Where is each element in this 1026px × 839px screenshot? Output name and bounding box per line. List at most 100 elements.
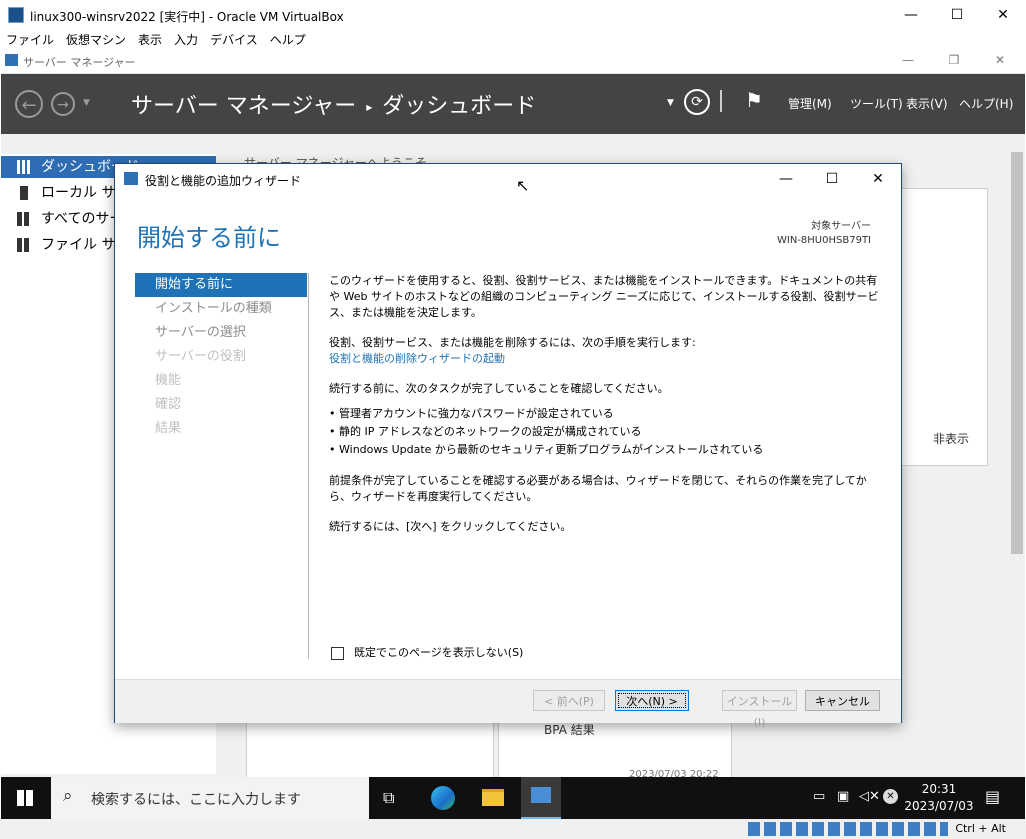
virtualbox-icon [8, 7, 24, 23]
checkbox-icon[interactable] [331, 646, 344, 660]
vbox-titlebar: linux300-winsrv2022 [実行中] - Oracle VM Vi… [0, 0, 1026, 31]
clock-time: 20:31 [921, 782, 957, 796]
device-status-icons[interactable] [748, 822, 948, 836]
vbox-menu-input[interactable]: 入力 [168, 31, 204, 49]
sm-close-icon[interactable]: ✕ [977, 49, 1023, 71]
error-icon[interactable]: ✕ [883, 789, 898, 804]
wizard-heading: 開始する前に [137, 224, 281, 252]
step-server-roles: サーバーの役割 [155, 349, 246, 364]
bpa-label[interactable]: BPA 結果 [544, 721, 595, 738]
vbox-statusbar: Ctrl + Alt [0, 819, 1026, 839]
prereq-intro: 続行する前に、次のタスクが完了していることを確認してください。 [329, 382, 669, 395]
skip-page-checkbox[interactable]: 既定でこのページを表示しない(S) [331, 644, 523, 660]
search-icon: ⌕ [63, 786, 73, 806]
server-manager-icon [5, 54, 18, 66]
host-key-label: Ctrl + Alt [955, 822, 1006, 835]
forward-arrow-icon[interactable]: → [51, 92, 75, 116]
maximize-icon[interactable]: ☐ [934, 0, 980, 31]
remove-instructions: 役割、役割サービス、または機能を削除するには、次の手順を実行します: [329, 336, 696, 349]
add-roles-wizard-dialog: 役割と機能の追加ウィザード — ☐ ✕ 開始する前に 対象サーバー WIN-8H… [114, 163, 902, 729]
tile-panel-left [246, 718, 494, 780]
back-arrow-icon[interactable]: ← [15, 90, 43, 118]
step-features: 機能 [155, 373, 182, 388]
menu-tools[interactable]: ツール(T) [850, 95, 903, 112]
mouse-cursor-icon: ↖ [516, 176, 530, 195]
refresh-icon[interactable]: ⟳ [684, 89, 710, 115]
server-icon [20, 186, 28, 200]
vbox-menu-help[interactable]: ヘルプ [264, 31, 312, 49]
network-icon[interactable]: ▣ [837, 789, 849, 804]
target-server-name: WIN-8HU0HSB79TI [777, 235, 871, 246]
skip-page-label: 既定でこのページを表示しない(S) [354, 646, 524, 659]
battery-icon[interactable]: ▭ [813, 789, 825, 804]
search-box[interactable]: ⌕ 検索するには、ここに入力します [51, 777, 369, 819]
windows-start-icon[interactable] [17, 790, 33, 806]
minimize-icon[interactable]: — [888, 0, 934, 31]
taskbar: ⌕ 検索するには、ここに入力します ⧉ ▭ ▣ ◁✕ ✕ 20:31 2023/… [1, 777, 1025, 819]
divider [720, 90, 722, 112]
guest-screen: サーバー マネージャー — ❐ ✕ ← → ▼ サーバー マネージャー ▸ ダッシュ… [1, 49, 1025, 819]
wizard-footer: < 前へ(P) 次へ(N) > インストール(I) キャンセル [115, 679, 901, 729]
scrollbar-thumb[interactable] [1011, 152, 1023, 554]
flag-icon[interactable]: ⚑ [745, 88, 763, 112]
list-item: Windows Update から最新のセキュリティ更新プログラムがインストール… [329, 441, 884, 459]
file-explorer-icon[interactable] [482, 789, 504, 806]
breadcrumb: サーバー マネージャー ▸ ダッシュボード [131, 88, 536, 120]
vbox-menu-machine[interactable]: 仮想マシン [60, 31, 132, 49]
continue-instruction: 続行するには、[次へ] をクリックしてください。 [329, 520, 572, 533]
vbox-menu-file[interactable]: ファイル [0, 31, 60, 49]
vbox-window-title: linux300-winsrv2022 [実行中] - Oracle VM Vi… [30, 10, 344, 24]
list-item: 静的 IP アドレスなどのネットワークの設定が構成されている [329, 423, 884, 441]
vertical-scrollbar[interactable] [1009, 134, 1025, 774]
step-confirmation: 確認 [155, 397, 182, 412]
next-button[interactable]: 次へ(N) > [615, 690, 689, 711]
task-view-icon[interactable]: ⧉ [383, 788, 394, 808]
wizard-title: 役割と機能の追加ウィザード [145, 174, 302, 188]
server-manager-header: ← → ▼ サーバー マネージャー ▸ ダッシュボード ▼ ⟳ ⚑ 管理(M) ツー… [1, 74, 1025, 134]
wizard-icon [124, 172, 138, 185]
edge-icon[interactable] [431, 786, 455, 810]
wizard-maximize-icon[interactable]: ☐ [809, 164, 855, 194]
menu-manage[interactable]: 管理(M) [788, 95, 832, 112]
dropdown-icon[interactable]: ▼ [667, 98, 674, 108]
servers-icon [17, 212, 31, 226]
step-server-selection[interactable]: サーバーの選択 [135, 321, 307, 345]
breadcrumb-root[interactable]: サーバー マネージャー [131, 94, 356, 119]
wizard-body: このウィザードを使用すると、役割、役割サービス、または機能をインストールできます… [329, 273, 884, 549]
vbox-menu-devices[interactable]: デバイス [204, 31, 264, 49]
wizard-minimize-icon[interactable]: — [763, 164, 809, 194]
history-dropdown-icon[interactable]: ▼ [83, 98, 90, 108]
previous-button[interactable]: < 前へ(P) [533, 690, 605, 711]
server-manager-taskbar-button[interactable] [521, 777, 561, 819]
cancel-button[interactable]: キャンセル [805, 690, 880, 711]
menu-view[interactable]: 表示(V) [906, 95, 948, 112]
file-services-icon [17, 238, 31, 252]
server-manager-title: サーバー マネージャー [23, 56, 136, 69]
step-installation-type[interactable]: インストールの種類 [135, 297, 307, 321]
sm-minimize-icon[interactable]: — [885, 49, 931, 71]
vbox-menu-view[interactable]: 表示 [132, 31, 168, 49]
install-button[interactable]: インストール(I) [722, 690, 797, 729]
breadcrumb-separator-icon: ▸ [366, 100, 373, 114]
menu-help[interactable]: ヘルプ(H) [959, 95, 1013, 112]
clock[interactable]: 20:31 2023/07/03 [899, 781, 979, 815]
notification-icon[interactable]: ▤ [985, 787, 1000, 806]
step-before-you-begin[interactable]: 開始する前に [135, 273, 307, 297]
target-server-label: 対象サーバー [811, 221, 871, 232]
divider [308, 273, 309, 659]
search-placeholder: 検索するには、ここに入力します [91, 792, 301, 808]
wizard-steps: 開始する前に インストールの種類 サーバーの選択 サーバーの役割 機能 確認 結… [135, 273, 307, 441]
hide-link[interactable]: 非表示 [933, 430, 969, 447]
list-item: 管理者アカウントに強力なパスワードが設定されている [329, 405, 884, 423]
sm-restore-icon[interactable]: ❐ [931, 49, 977, 71]
vbox-menubar: ファイル 仮想マシン 表示 入力 デバイス ヘルプ [0, 31, 1026, 49]
wizard-close-icon[interactable]: ✕ [855, 164, 901, 194]
breadcrumb-current: ダッシュボード [382, 94, 537, 119]
target-server-info: 対象サーバー WIN-8HU0HSB79TI [777, 220, 871, 248]
wizard-titlebar: 役割と機能の追加ウィザード — ☐ ✕ [115, 164, 901, 194]
prereq-list: 管理者アカウントに強力なパスワードが設定されている 静的 IP アドレスなどのネ… [329, 405, 884, 459]
tile-panel-middle: BPA 結果 2023/07/03 20:22 [498, 718, 732, 780]
remove-wizard-link[interactable]: 役割と機能の削除ウィザードの起動 [329, 352, 505, 365]
close-icon[interactable]: ✕ [980, 0, 1026, 31]
volume-muted-icon[interactable]: ◁✕ [859, 789, 880, 804]
